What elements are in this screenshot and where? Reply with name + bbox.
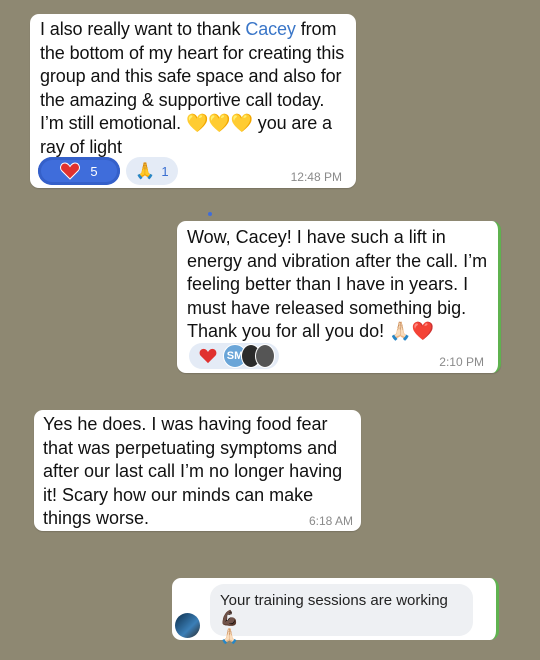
quoted-message: Your training sessions are working 💪🏿 🙏🏻 <box>210 584 473 645</box>
unread-dot <box>208 212 212 216</box>
praying-hands-icon: 🙏 <box>135 163 156 180</box>
heart-icon <box>60 162 81 180</box>
message-3-text: Yes he does. I was having food fear that… <box>43 414 343 528</box>
mention-cacey[interactable]: Cacey <box>245 19 296 39</box>
message-1-text: I also really want to thank Cacey from t… <box>40 19 345 157</box>
reaction-pray-count: 1 <box>161 163 169 179</box>
message-bubble-3[interactable]: Yes he does. I was having food fear that… <box>34 410 361 531</box>
pray-heart-emoji: 🙏🏻❤️ <box>389 321 434 341</box>
quoted-message-card[interactable]: Your training sessions are working 💪🏿 🙏🏻 <box>172 578 499 645</box>
reaction-group[interactable]: SM <box>189 343 279 369</box>
praying-hands-emoji: 🙏🏻 <box>220 628 239 645</box>
reaction-heart-count: 5 <box>90 163 98 179</box>
message-1-time: 12:48 PM <box>290 170 342 184</box>
reaction-pray[interactable]: 🙏 1 <box>126 157 178 185</box>
quoted-message-text: Your training sessions are working <box>220 592 448 609</box>
message-2-time: 2:10 PM <box>439 355 484 369</box>
message-3-time: 6:18 AM <box>308 514 353 528</box>
reactor-avatar <box>255 344 275 368</box>
message-bubble-2[interactable]: Wow, Cacey! I have such a lift in energy… <box>177 221 501 373</box>
message-2-text: Wow, Cacey! I have such a lift in energy… <box>187 227 488 341</box>
avatar[interactable] <box>175 613 200 638</box>
yellow-hearts-emoji: 💛💛💛 <box>185 113 253 133</box>
reaction-heart[interactable]: 5 <box>38 157 120 185</box>
heart-icon <box>199 348 217 364</box>
flexed-biceps-emoji: 💪🏿 <box>220 610 239 627</box>
message-bubble-1[interactable]: I also really want to thank Cacey from t… <box>30 14 356 188</box>
